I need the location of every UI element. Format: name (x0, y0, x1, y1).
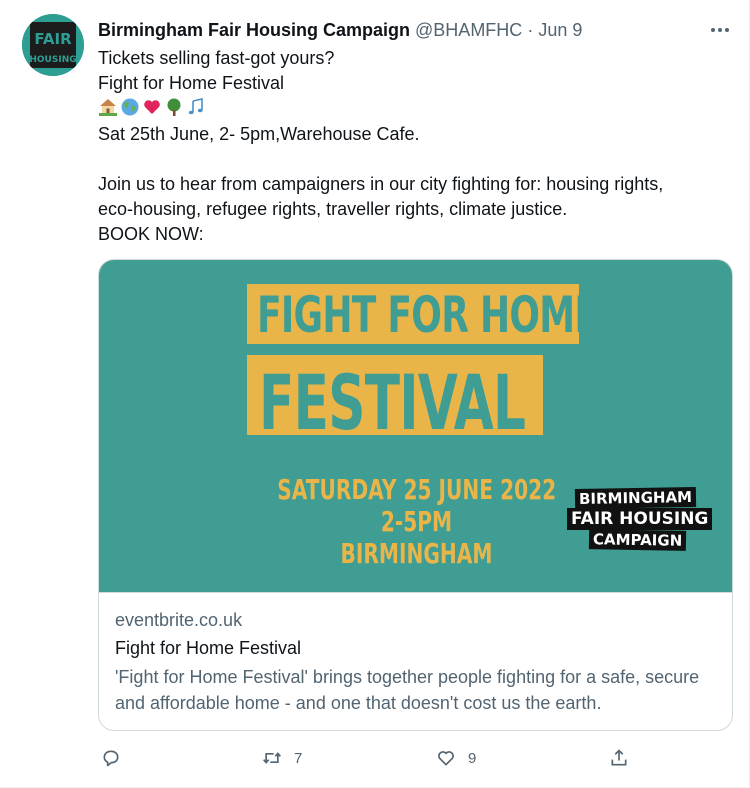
image-headline-1: FIGHT FOR HOME (257, 286, 599, 344)
image-headline-2: FESTIVAL (259, 358, 526, 447)
author-handle[interactable]: @BHAMFHC (415, 20, 522, 41)
heart-icon (438, 751, 454, 766)
deciduous-tree-emoji (167, 98, 181, 116)
reply-icon (103, 750, 119, 767)
tweet-date[interactable]: Jun 9 (538, 20, 582, 41)
retweet-count: 7 (294, 749, 303, 767)
avatar-text-top: FAIR (34, 30, 72, 48)
link-card[interactable]: FIGHT FOR HOME FESTIVAL SATURDAY 25 JUNE… (98, 259, 733, 731)
musical-notes-emoji (188, 98, 203, 115)
globe-emoji (121, 98, 139, 116)
retweet-button[interactable]: 7 (262, 746, 302, 770)
share-icon (611, 749, 627, 766)
house-with-garden-emoji (99, 99, 117, 116)
avatar-text-bottom: HOUSING (29, 55, 76, 65)
tweet-text-line: eco-housing, refugee rights, traveller r… (98, 199, 568, 219)
logo-line: CAMPAIGN (588, 529, 687, 551)
tweet-text-line: Sat 25th June, 2- 5pm,Warehouse Cafe. (98, 124, 420, 144)
tweet-text-line: Fight for Home Festival (98, 73, 285, 93)
logo-line: BIRMINGHAM (574, 486, 697, 510)
red-heart-emoji (144, 100, 160, 114)
more-options-icon[interactable] (709, 20, 731, 40)
share-button[interactable] (609, 746, 629, 770)
card-title: Fight for Home Festival (115, 638, 302, 658)
emoji-row (98, 96, 206, 118)
tweet-text-line: Join us to hear from campaigners in our … (98, 174, 664, 194)
separator-dot: · (527, 19, 534, 40)
author-name[interactable]: Birmingham Fair Housing Campaign (98, 20, 410, 41)
reply-button[interactable] (101, 746, 121, 770)
campaign-logo: BIRMINGHAM FAIR HOUSING CAMPAIGN (567, 486, 717, 551)
card-description: 'Fight for Home Festival' brings togethe… (115, 667, 700, 713)
tweet-text-line: Tickets selling fast-got yours? (98, 48, 335, 68)
avatar[interactable]: FAIR HOUSING (22, 14, 84, 76)
like-button[interactable]: 9 (436, 746, 476, 770)
like-count: 9 (468, 749, 477, 767)
card-image[interactable]: FIGHT FOR HOME FESTIVAL SATURDAY 25 JUNE… (99, 260, 732, 593)
tweet-header: Birmingham Fair Housing Campaign @BHAMFH… (98, 18, 582, 42)
retweet-icon (263, 752, 281, 764)
card-domain: eventbrite.co.uk (115, 610, 243, 630)
tweet[interactable]: FAIR HOUSING Birmingham Fair Housing Cam… (0, 0, 750, 788)
logo-line: FAIR HOUSING (567, 508, 713, 530)
tweet-text-line: BOOK NOW: (98, 224, 204, 244)
